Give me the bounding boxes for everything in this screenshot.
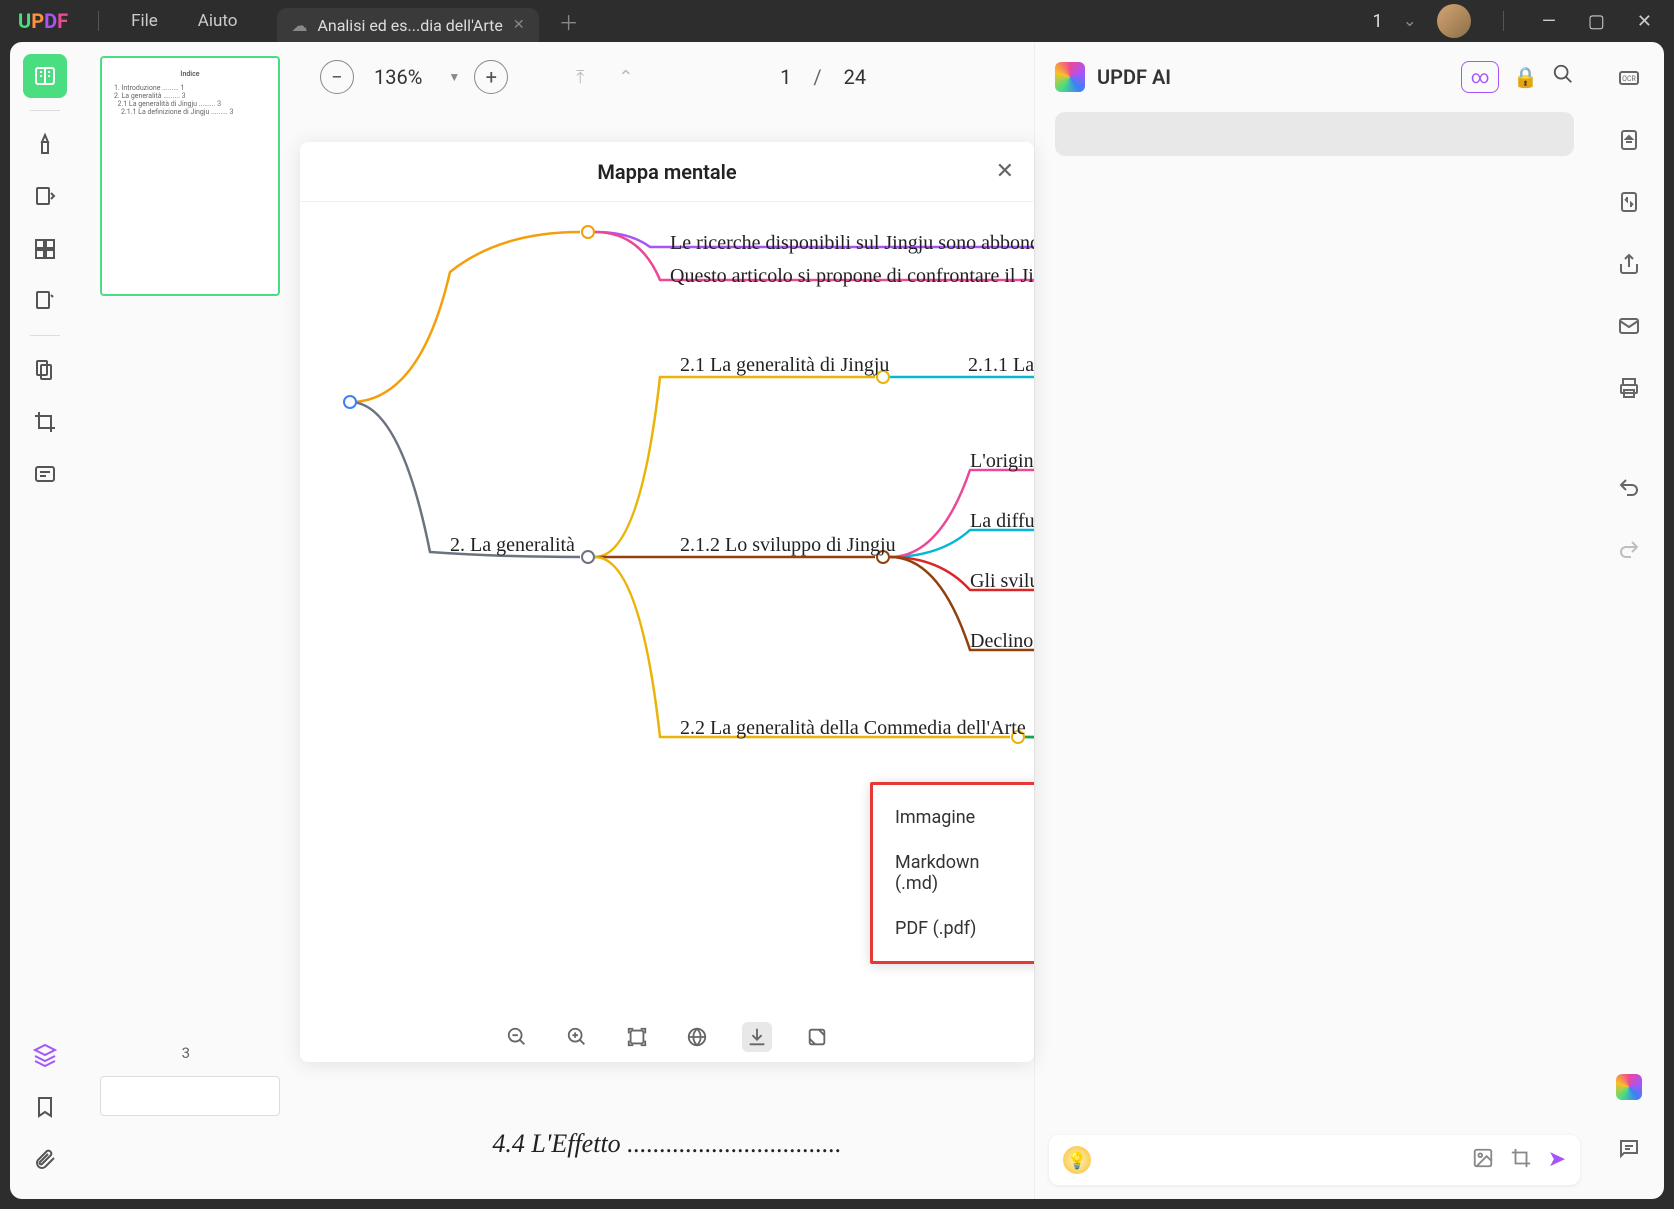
mindmap-node[interactable]: Gli sviluppi e le trasformazioni durante… [970, 570, 1034, 593]
form-tool[interactable] [23, 227, 67, 271]
mindmap-node[interactable]: 2.1 La generalità di Jingju [680, 354, 889, 377]
lock-icon[interactable]: 🔒 [1513, 65, 1538, 89]
svg-text:OCR: OCR [1622, 75, 1636, 83]
mm-fit-button[interactable] [622, 1022, 652, 1052]
mm-expand-button[interactable] [802, 1022, 832, 1052]
mindmap-node[interactable]: 2.2 La generalità della Commedia dell'Ar… [680, 717, 1026, 740]
redo-button[interactable] [1607, 528, 1651, 572]
mindmap-node-dot[interactable] [343, 395, 357, 409]
mindmap-title: Mappa mentale [597, 160, 736, 184]
zoom-out-button[interactable]: − [320, 60, 354, 94]
sign-tool[interactable] [23, 279, 67, 323]
mindmap-node[interactable]: La diffusione del termine e l'espansione… [970, 510, 1034, 533]
export-markdown-option[interactable]: Markdown (.md) [873, 840, 1034, 906]
mindmap-node[interactable]: L'origine e l'affermazione del Jingju [970, 450, 1034, 473]
send-button[interactable]: ➤ [1548, 1147, 1566, 1174]
mindmap-panel: Mappa mentale ✕ [300, 142, 1034, 1062]
image-icon[interactable] [1472, 1147, 1494, 1174]
bookmark-button[interactable] [23, 1085, 67, 1129]
lightbulb-icon[interactable]: 💡 [1063, 1146, 1091, 1174]
mindmap-node[interactable]: Declino e attuale situazione del Jingju [970, 630, 1034, 653]
export-menu: Immagine Markdown (.md) PDF (.pdf) [870, 782, 1034, 964]
mm-zoom-in-button[interactable] [562, 1022, 592, 1052]
tab-close-button[interactable]: ✕ [513, 17, 525, 33]
highlight-tool[interactable] [23, 123, 67, 167]
mindmap-node-dot[interactable] [581, 550, 595, 564]
reader-mode-button[interactable] [23, 54, 67, 98]
user-avatar[interactable] [1437, 4, 1471, 38]
first-page-button[interactable]: ⤒ [566, 67, 594, 88]
edit-tool[interactable] [23, 175, 67, 219]
new-tab-button[interactable]: ＋ [559, 7, 579, 36]
page-thumbnail-1[interactable]: Indice 1. Introduzione ......... 1 2. La… [100, 56, 280, 296]
prev-page-button[interactable]: ⌃ [608, 67, 643, 88]
attachment-button[interactable] [23, 1137, 67, 1181]
ai-assistant-button[interactable] [1607, 1065, 1651, 1109]
mm-zoom-out-button[interactable] [502, 1022, 532, 1052]
mm-download-button[interactable] [742, 1022, 772, 1052]
zoom-dropdown[interactable]: ▼ [448, 70, 460, 84]
share-button[interactable] [1607, 242, 1651, 286]
mindmap-node[interactable]: 2.1.2 Lo sviluppo di Jingju [680, 534, 896, 557]
app-logo: UPDF [0, 9, 86, 33]
chat-input-bar: 💡 ➤ [1049, 1135, 1580, 1185]
document-tab[interactable]: ☁ Analisi ed es...dia dell'Arte ✕ [277, 8, 538, 42]
mindmap-close-button[interactable]: ✕ [996, 159, 1014, 184]
maximize-button[interactable]: ▢ [1582, 11, 1611, 32]
page-separator: / [805, 65, 829, 89]
infinity-button[interactable]: ∞ [1461, 61, 1499, 93]
menu-file[interactable]: File [111, 11, 178, 31]
chevron-down-icon[interactable]: ⌄ [1403, 11, 1417, 31]
mindmap-node[interactable]: 2.1.1 La definizione di Jingju [968, 354, 1034, 377]
page-input[interactable] [731, 65, 791, 89]
undo-button[interactable] [1607, 466, 1651, 510]
minimize-button[interactable]: — [1536, 11, 1562, 32]
export-button[interactable] [1607, 118, 1651, 162]
ocr-button[interactable]: OCR [1607, 56, 1651, 100]
crop-icon[interactable] [1510, 1147, 1532, 1174]
email-button[interactable] [1607, 304, 1651, 348]
zoom-in-button[interactable]: + [474, 60, 508, 94]
mindmap-node[interactable]: Questo articolo si propone di confrontar… [670, 265, 1034, 288]
page-thumbnail-3[interactable] [100, 1076, 280, 1116]
layers-button[interactable] [23, 1033, 67, 1077]
document-text: 4.4 L'Effetto ..........................… [492, 1129, 841, 1159]
mindmap-node-dot[interactable] [581, 225, 595, 239]
mindmap-node[interactable]: Le ricerche disponibili sul Jingju sono … [670, 232, 1034, 255]
mindmap-node[interactable]: 2. La generalità [450, 534, 575, 557]
counter-label: 1 [1372, 11, 1382, 32]
export-image-option[interactable]: Immagine [873, 795, 1034, 840]
thumb-page-number: 3 [182, 1044, 190, 1062]
tab-title: Analisi ed es...dia dell'Arte [317, 16, 502, 35]
mm-language-button[interactable] [682, 1022, 712, 1052]
print-button[interactable] [1607, 366, 1651, 410]
updf-ai-logo [1055, 62, 1085, 92]
ai-panel-title: UPDF AI [1097, 65, 1171, 89]
menu-help[interactable]: Aiuto [178, 11, 258, 31]
search-icon[interactable] [1552, 63, 1574, 91]
compress-button[interactable] [1607, 180, 1651, 224]
zoom-level: 136% [368, 65, 428, 89]
page-total: 24 [844, 65, 866, 89]
redact-tool[interactable] [23, 452, 67, 496]
comments-button[interactable] [1607, 1127, 1651, 1171]
export-pdf-option[interactable]: PDF (.pdf) [873, 906, 1034, 951]
cloud-icon: ☁ [291, 16, 307, 35]
close-button[interactable]: ✕ [1631, 11, 1658, 32]
organize-tool[interactable] [23, 348, 67, 392]
crop-tool[interactable] [23, 400, 67, 444]
